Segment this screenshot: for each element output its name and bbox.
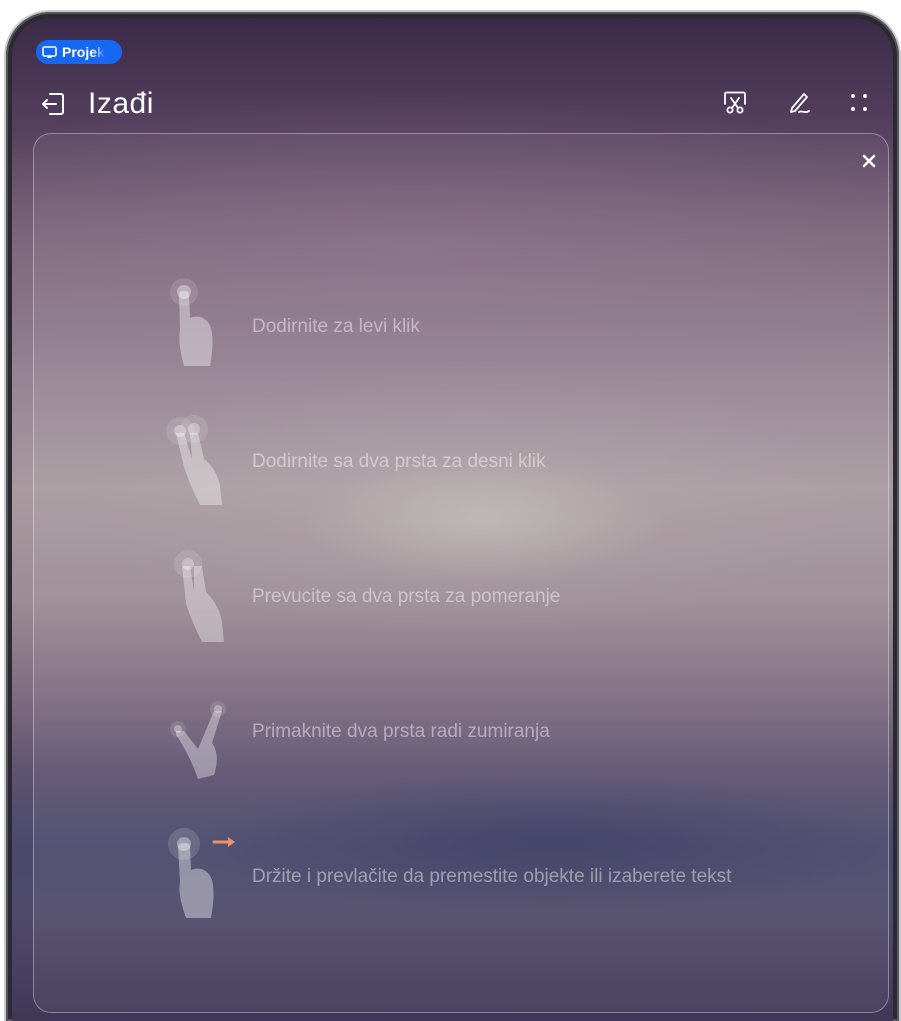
gesture-label: Primaknite dva prsta radi zumiranja [252, 721, 550, 742]
two-finger-tap-icon [166, 415, 222, 505]
projection-icon [42, 45, 57, 58]
screen: Projek Izađi Dodirnite za levi klik Dodi… [12, 18, 893, 1021]
gesture-row-zoom: Primaknite dva prsta radi zumiranja [34, 679, 888, 789]
exit-label: Izađi [88, 87, 154, 120]
pen-annotate-icon [790, 93, 810, 114]
close-guide-button[interactable] [856, 148, 882, 174]
pinch-zoom-icon [170, 701, 226, 779]
exit-button[interactable]: Izađi [40, 86, 154, 122]
gesture-row-left-click: Dodirnite za levi klik [34, 274, 888, 384]
projection-chip-label: Projek [62, 44, 105, 60]
top-bar: Izađi [12, 78, 893, 128]
press-drag-icon [168, 828, 235, 918]
two-finger-swipe-icon [174, 550, 224, 642]
gesture-guide-panel: Dodirnite za levi klik Dodirnite sa dva … [33, 133, 889, 1013]
gesture-label: Držite i prevlačite da premestite objekt… [252, 866, 732, 887]
more-options-button[interactable] [844, 88, 874, 118]
exit-icon [42, 93, 64, 115]
gesture-label: Prevucite sa dva prsta za pomeranje [252, 586, 561, 607]
screenshot-button[interactable] [720, 88, 750, 118]
close-icon [862, 154, 876, 168]
single-tap-icon [170, 278, 213, 366]
projection-status-chip[interactable]: Projek [36, 40, 122, 64]
annotate-button[interactable] [784, 88, 814, 118]
more-grid-icon [851, 94, 867, 111]
gesture-row-right-click: Dodirnite sa dva prsta za desni klik [34, 409, 888, 519]
device-frame: Projek Izađi Dodirnite za levi klik Dodi… [6, 12, 899, 1021]
gesture-label: Dodirnite sa dva prsta za desni klik [252, 451, 546, 472]
gesture-label: Dodirnite za levi klik [252, 316, 420, 337]
gesture-row-scroll: Prevucite sa dva prsta za pomeranje [34, 544, 888, 654]
screenshot-scissors-icon [724, 91, 746, 114]
gesture-row-drag: Držite i prevlačite da premestite objekt… [34, 814, 888, 924]
